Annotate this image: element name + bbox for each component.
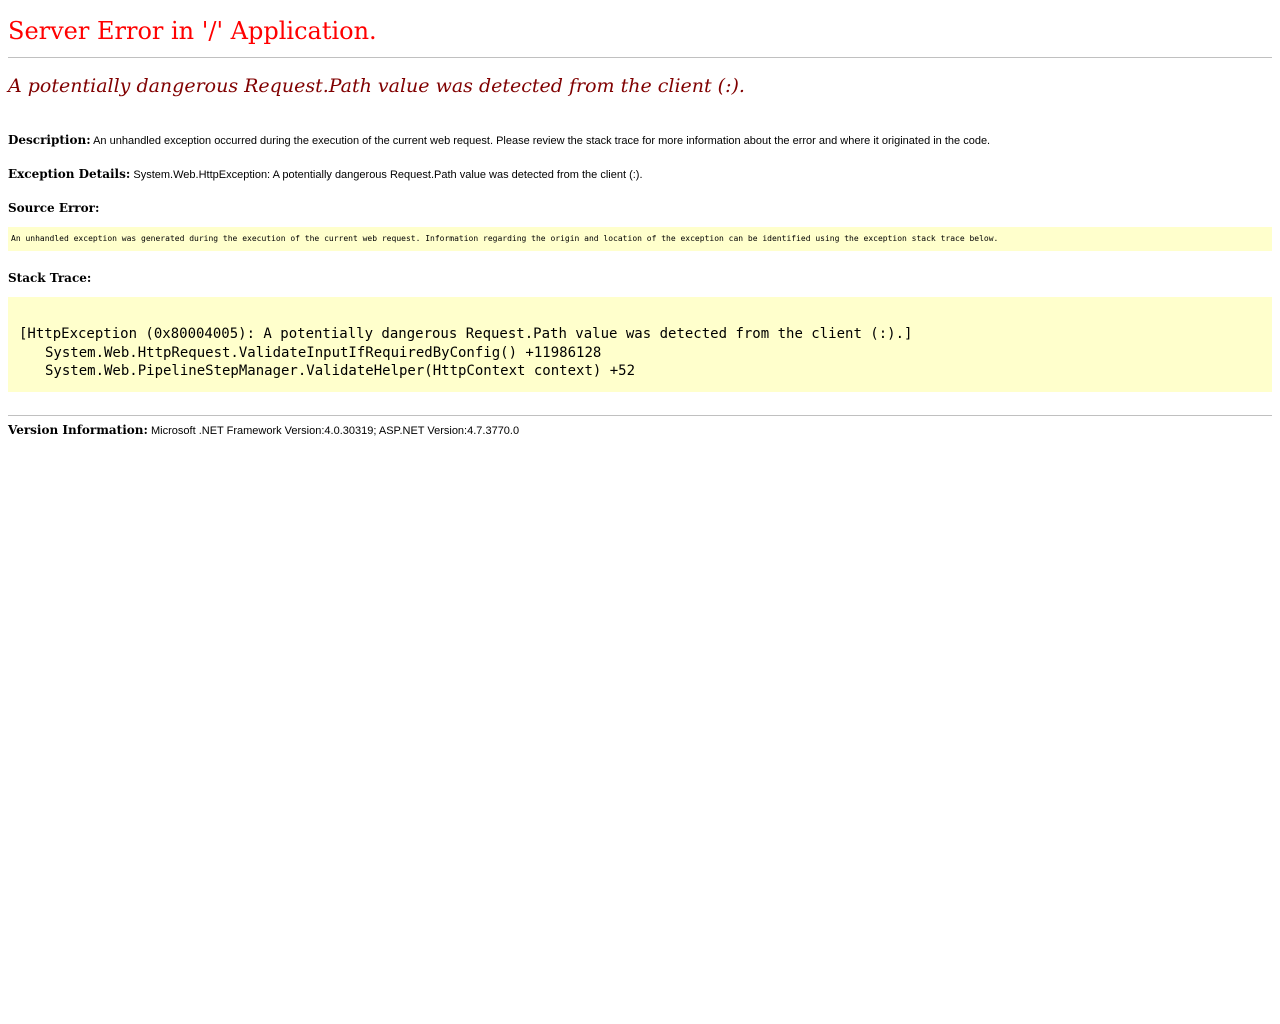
stack-trace-line: [HttpException (0x80004005): A potential…	[19, 326, 913, 342]
version-info-line: Version Information: Microsoft .NET Fram…	[8, 423, 1272, 437]
stack-trace-line: System.Web.HttpRequest.ValidateInputIfRe…	[45, 344, 602, 361]
stack-trace-line: System.Web.PipelineStepManager.ValidateH…	[45, 363, 636, 379]
error-title: A potentially dangerous Request.Path val…	[8, 75, 745, 97]
description-text: An unhandled exception occurred during t…	[93, 135, 991, 147]
error-page: Server Error in '/' Application. A poten…	[8, 0, 1272, 437]
exception-details-text: System.Web.HttpException: A potentially …	[133, 169, 643, 181]
stack-trace-box: [HttpException (0x80004005): A potential…	[8, 297, 1272, 392]
exception-details-line: Exception Details: System.Web.HttpExcept…	[8, 167, 1272, 181]
stack-trace-label: Stack Trace:	[8, 271, 92, 285]
description-label: Description:	[8, 133, 91, 147]
exception-details-label: Exception Details:	[8, 167, 131, 181]
description-line: Description: An unhandled exception occu…	[8, 133, 1272, 147]
version-info-text: Microsoft .NET Framework Version:4.0.303…	[151, 425, 520, 437]
source-error-box: An unhandled exception was generated dur…	[8, 227, 1272, 251]
source-error-text: An unhandled exception was generated dur…	[11, 234, 999, 243]
source-error-label: Source Error:	[8, 201, 100, 215]
page-title: Server Error in '/' Application.	[8, 17, 377, 45]
version-info-label: Version Information:	[8, 423, 148, 437]
